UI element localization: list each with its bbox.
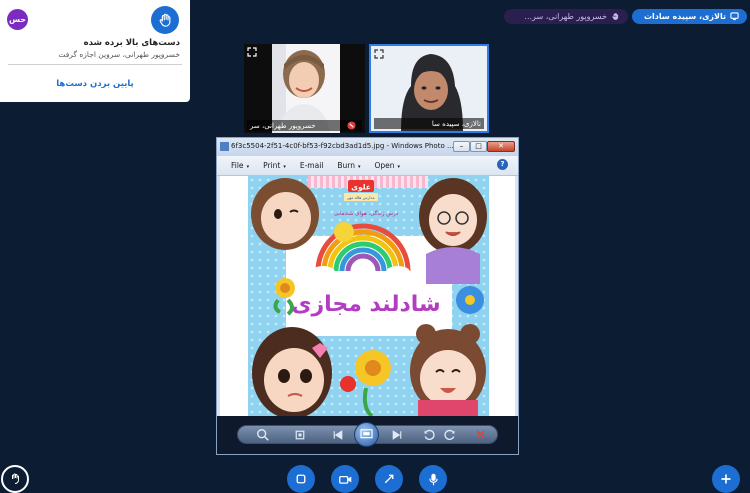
tile-label: تالازی، سپیده سا	[374, 118, 484, 129]
divider	[8, 64, 182, 65]
delete-button[interactable]	[472, 427, 488, 442]
hand-icon	[12, 473, 19, 484]
magnifier-icon	[257, 428, 269, 441]
poster-brand: علوی	[351, 183, 371, 192]
video-tile-student[interactable]: خسروپور طهرانی، سر	[244, 44, 365, 133]
rotate-ccw-button[interactable]	[421, 427, 437, 442]
window-title: 6f3c5504-2f51-4c0f-bf53-f92cbd3ad1d5.jpg…	[231, 142, 454, 150]
raised-hand-button[interactable]	[151, 6, 179, 34]
menu-email[interactable]: E-mail	[300, 161, 324, 170]
phone-icon	[296, 474, 306, 484]
photo-viewer-app-icon	[220, 142, 229, 151]
hand-icon	[611, 12, 620, 21]
presenter-name: تالازی، سپیده سادات	[643, 12, 726, 21]
poster-title: شادلند مجازی	[291, 292, 440, 317]
user-avatar[interactable]: حس	[7, 9, 28, 30]
slideshow-icon	[360, 429, 373, 439]
actual-size-icon	[295, 430, 305, 439]
presenter-user-pill[interactable]: تالازی، سپیده سادات	[632, 9, 747, 24]
tile-label: خسروپور طهرانی، سر	[247, 120, 362, 131]
delete-icon	[475, 430, 485, 439]
photo-viewer-menubar: File ▾ Print ▾ E-mail Burn ▾ Open ▾ ?	[217, 156, 518, 176]
slideshow-button[interactable]	[354, 422, 379, 447]
actions-plus-button[interactable]	[712, 465, 740, 493]
photo-viewer-window[interactable]: 6f3c5504-2f51-4c0f-bf53-f92cbd3ad1d5.jpg…	[216, 137, 519, 455]
poster-tagline: درس زندگی، هوای شادمانی	[334, 210, 399, 217]
photo-viewer-titlebar[interactable]: 6f3c5504-2f51-4c0f-bf53-f92cbd3ad1d5.jpg…	[217, 138, 518, 156]
screen-share-button[interactable]	[375, 465, 403, 493]
rotate-left-icon	[424, 429, 435, 440]
photo-viewer-toolbar	[217, 416, 518, 454]
photo-canvas: علوی مدارس هاله مهر درس زندگی، هوای شادم…	[220, 176, 515, 416]
rotate-right-icon	[444, 429, 455, 440]
menu-print[interactable]: Print ▾	[263, 161, 286, 170]
menu-open[interactable]: Open ▾	[375, 161, 401, 170]
raise-hand-button[interactable]	[1, 465, 29, 493]
lower-hands-button[interactable]: پایین بردن دست‌ها	[0, 79, 190, 89]
microphone-icon	[428, 473, 438, 485]
menu-file[interactable]: File ▾	[231, 161, 249, 170]
raised-hands-title: دست‌های بالا برده شده	[83, 38, 180, 48]
zoom-button[interactable]	[255, 427, 271, 442]
expand-icon	[374, 49, 384, 59]
poster-artwork: علوی مدارس هاله مهر درس زندگی، هوای شادم…	[248, 176, 489, 416]
leave-audio-button[interactable]	[287, 465, 315, 493]
previous-button[interactable]	[330, 427, 346, 442]
maximize-button[interactable]: □	[470, 141, 487, 152]
expand-icon	[247, 47, 257, 57]
rotate-cw-button[interactable]	[442, 427, 458, 442]
minimize-button[interactable]: –	[453, 141, 470, 152]
viewer-user-pill[interactable]: خسروپور طهرانی، سر...	[504, 9, 628, 24]
close-button[interactable]: ✕	[487, 141, 515, 152]
menu-burn[interactable]: Burn ▾	[337, 161, 360, 170]
next-icon	[392, 429, 402, 440]
plus-icon	[721, 474, 731, 484]
camera-icon	[338, 475, 351, 484]
camera-button[interactable]	[331, 465, 359, 493]
displayed-photo: علوی مدارس هاله مهر درس زندگی، هوای شادم…	[248, 176, 489, 416]
muted-mic-icon	[347, 121, 356, 130]
poster-brand-sub: مدارس هاله مهر	[346, 195, 375, 200]
raised-hands-subtitle: خسروپور طهرانی، سروین اجازه گرفت	[58, 50, 180, 59]
hand-icon	[159, 13, 170, 27]
help-button[interactable]: ?	[497, 159, 508, 170]
raised-hands-panel: حس دست‌های بالا برده شده خسروپور طهرانی،…	[0, 0, 190, 102]
presenter-icon	[730, 12, 739, 21]
next-button[interactable]	[389, 427, 405, 442]
video-tile-teacher[interactable]: تالازی، سپیده سا	[369, 44, 489, 133]
share-icon	[384, 474, 394, 484]
viewer-name: خسروپور طهرانی، سر...	[524, 12, 607, 21]
actual-size-button[interactable]	[292, 427, 308, 442]
previous-icon	[333, 429, 343, 440]
microphone-button[interactable]	[419, 465, 447, 493]
